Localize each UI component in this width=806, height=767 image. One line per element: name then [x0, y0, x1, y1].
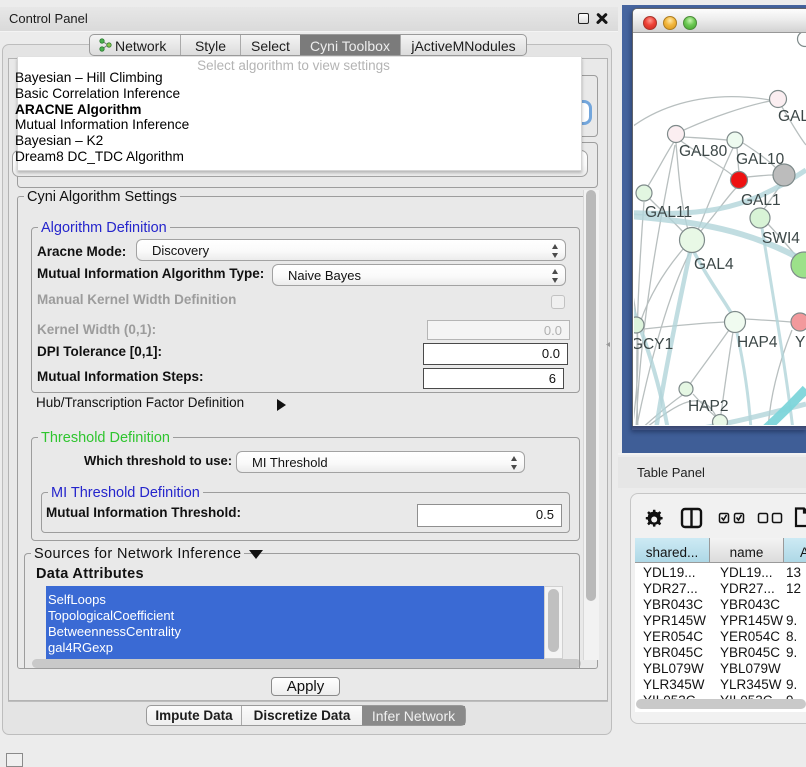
svg-text:SWI4: SWI4: [762, 230, 800, 247]
svg-text:YD: YD: [795, 334, 806, 351]
svg-text:GAL11: GAL11: [645, 204, 692, 221]
svg-text:HAP4: HAP4: [737, 334, 778, 351]
svg-text:GAL2: GAL2: [778, 108, 806, 125]
svg-text:GAL1: GAL1: [741, 192, 781, 209]
svg-text:GAL10: GAL10: [736, 151, 785, 168]
svg-text:GAL80: GAL80: [679, 143, 728, 160]
svg-text:GAL4: GAL4: [694, 256, 734, 273]
svg-text:HAP2: HAP2: [688, 398, 729, 415]
svg-text:GCY1: GCY1: [634, 336, 673, 353]
